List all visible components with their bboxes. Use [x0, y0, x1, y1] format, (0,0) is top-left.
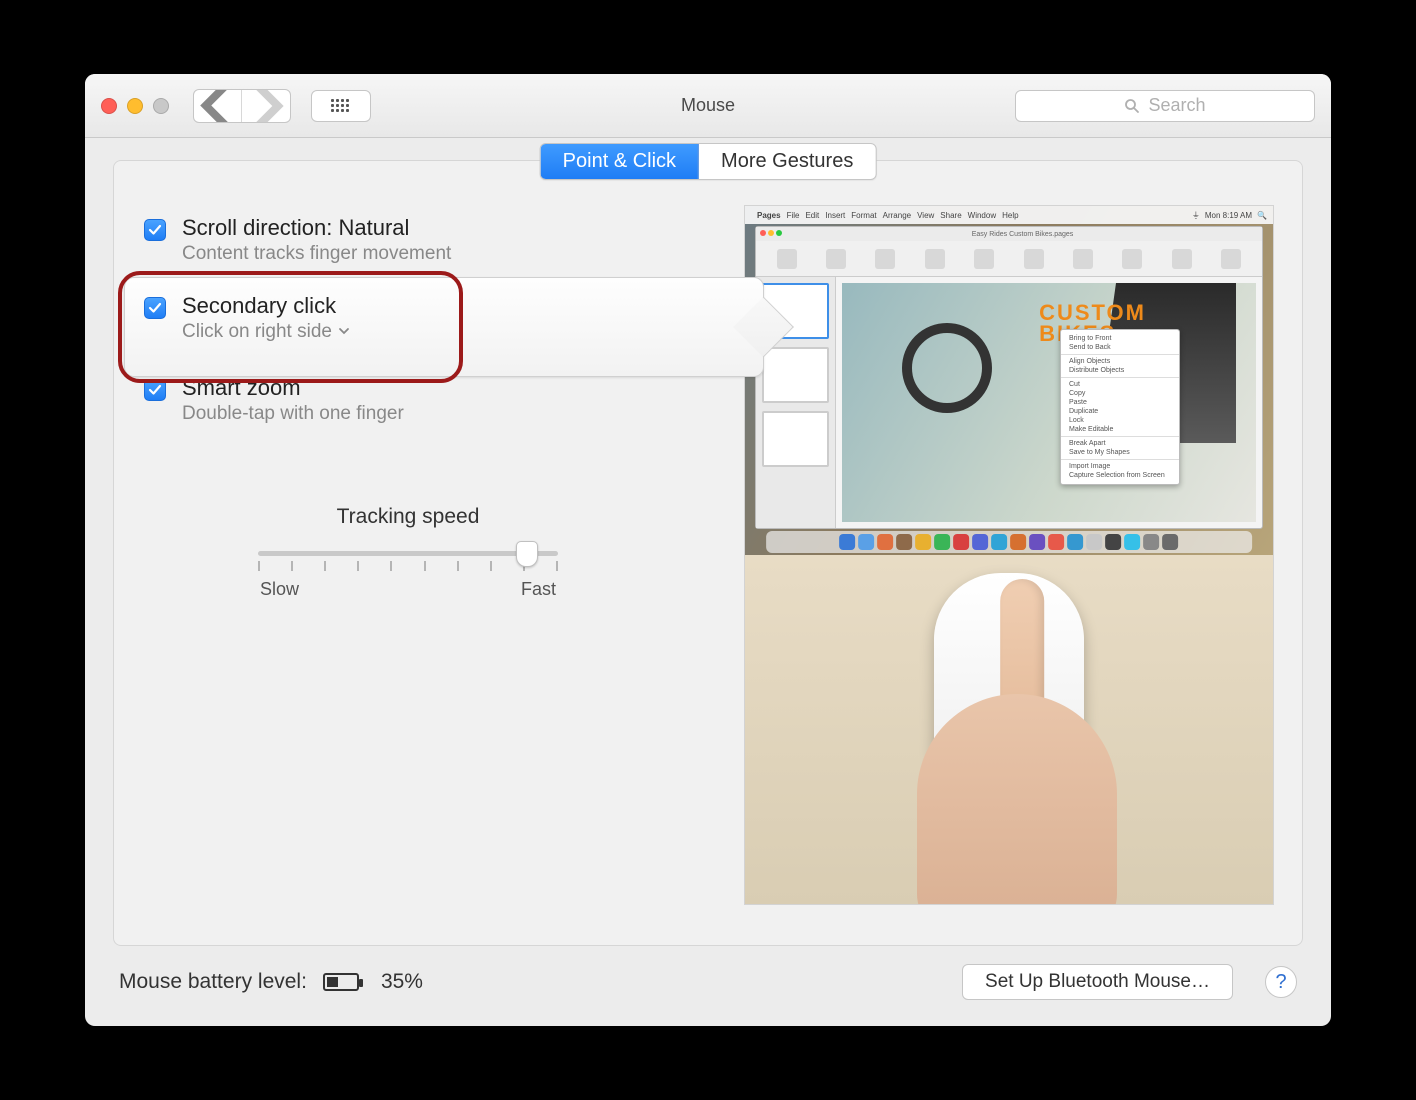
battery-icon — [323, 973, 359, 991]
setup-bluetooth-button[interactable]: Set Up Bluetooth Mouse… — [962, 964, 1233, 1000]
show-all-button[interactable] — [311, 90, 371, 122]
preview-column: Pages File Edit Insert Format Arrange Vi… — [744, 205, 1274, 925]
option-secondary-click-highlight: Secondary click Click on right side — [120, 283, 724, 353]
option-title: Smart zoom — [182, 375, 404, 401]
battery-fill — [327, 977, 338, 987]
footer-bar: Mouse battery level: 35% Set Up Bluetoot… — [113, 946, 1303, 1004]
preview-clock: Mon 8:19 AM — [1205, 211, 1252, 220]
tab-point-click[interactable]: Point & Click — [541, 144, 699, 179]
window-title: Mouse — [681, 95, 735, 116]
hand-illustration — [917, 694, 1117, 904]
preferences-window: Mouse Search Point & Click More Gestures — [85, 74, 1331, 1026]
close-button[interactable] — [101, 98, 117, 114]
chevron-left-icon — [194, 89, 241, 123]
forward-button[interactable] — [242, 90, 290, 122]
tracking-speed-slider[interactable] — [258, 539, 558, 573]
titlebar: Mouse Search — [85, 74, 1331, 138]
check-icon — [148, 223, 162, 237]
pane-body: Scroll direction: Natural Content tracks… — [114, 193, 1302, 945]
battery-percent: 35% — [381, 970, 423, 994]
option-secondary-click: Secondary click Click on right side — [138, 283, 724, 353]
minimize-button[interactable] — [127, 98, 143, 114]
preview-screen: Pages File Edit Insert Format Arrange Vi… — [745, 206, 1273, 555]
secondary-click-mode-dropdown[interactable]: Click on right side — [182, 321, 350, 343]
option-subtitle: Content tracks finger movement — [182, 243, 451, 265]
settings-pane: Point & Click More Gestures Scroll direc… — [113, 160, 1303, 946]
chevron-down-icon — [338, 321, 350, 343]
spotlight-icon: 🔍 — [1257, 211, 1267, 220]
wifi-icon: ⏚ — [1192, 210, 1200, 221]
option-title: Secondary click — [182, 293, 350, 319]
battery-label: Mouse battery level: — [119, 970, 307, 994]
slider-thumb[interactable] — [516, 541, 538, 567]
preview-canvas: CUSTOM BIKES Bring to Front Send to Back… — [842, 283, 1256, 522]
search-icon — [1124, 98, 1140, 114]
slider-track-line — [258, 551, 558, 556]
checkbox-smart-zoom[interactable] — [144, 379, 166, 401]
preview-app-window: Easy Rides Custom Bikes.pages — [755, 226, 1263, 529]
nav-back-forward — [193, 89, 291, 123]
checkbox-secondary-click[interactable] — [144, 297, 166, 319]
back-button[interactable] — [194, 90, 242, 122]
tab-group: Point & Click More Gestures — [540, 143, 877, 180]
content-area: Point & Click More Gestures Scroll direc… — [85, 138, 1331, 1026]
grid-icon — [331, 99, 351, 113]
tracking-speed-label: Tracking speed — [258, 505, 558, 529]
options-column: Scroll direction: Natural Content tracks… — [114, 205, 724, 925]
search-input[interactable]: Search — [1015, 90, 1315, 122]
checkbox-scroll-direction[interactable] — [144, 219, 166, 241]
search-placeholder: Search — [1148, 95, 1205, 116]
preview-doc-title: Easy Rides Custom Bikes.pages — [972, 231, 1074, 238]
preview-context-menu: Bring to Front Send to Back Align Object… — [1060, 329, 1180, 485]
preview-menubar: Pages File Edit Insert Format Arrange Vi… — [745, 206, 1273, 224]
zoom-button[interactable] — [153, 98, 169, 114]
traffic-lights — [101, 98, 169, 114]
option-title: Scroll direction: Natural — [182, 215, 451, 241]
option-subtitle: Double-tap with one finger — [182, 403, 404, 425]
tab-more-gestures[interactable]: More Gestures — [699, 144, 875, 179]
preview-dock — [766, 531, 1252, 553]
slider-fast-label: Fast — [521, 579, 556, 600]
help-button[interactable]: ? — [1265, 966, 1297, 998]
tracking-speed-group: Tracking speed Slow Fast — [258, 505, 558, 600]
check-icon — [148, 301, 162, 315]
chevron-right-icon — [242, 89, 290, 123]
preview-hand — [745, 555, 1273, 904]
option-scroll-direction: Scroll direction: Natural Content tracks… — [138, 205, 724, 275]
slider-slow-label: Slow — [260, 579, 299, 600]
preview-app-toolbar — [756, 241, 1262, 277]
gesture-preview: Pages File Edit Insert Format Arrange Vi… — [744, 205, 1274, 905]
slider-ticks — [258, 561, 558, 571]
preview-app-name: Pages — [757, 211, 781, 220]
check-icon — [148, 383, 162, 397]
